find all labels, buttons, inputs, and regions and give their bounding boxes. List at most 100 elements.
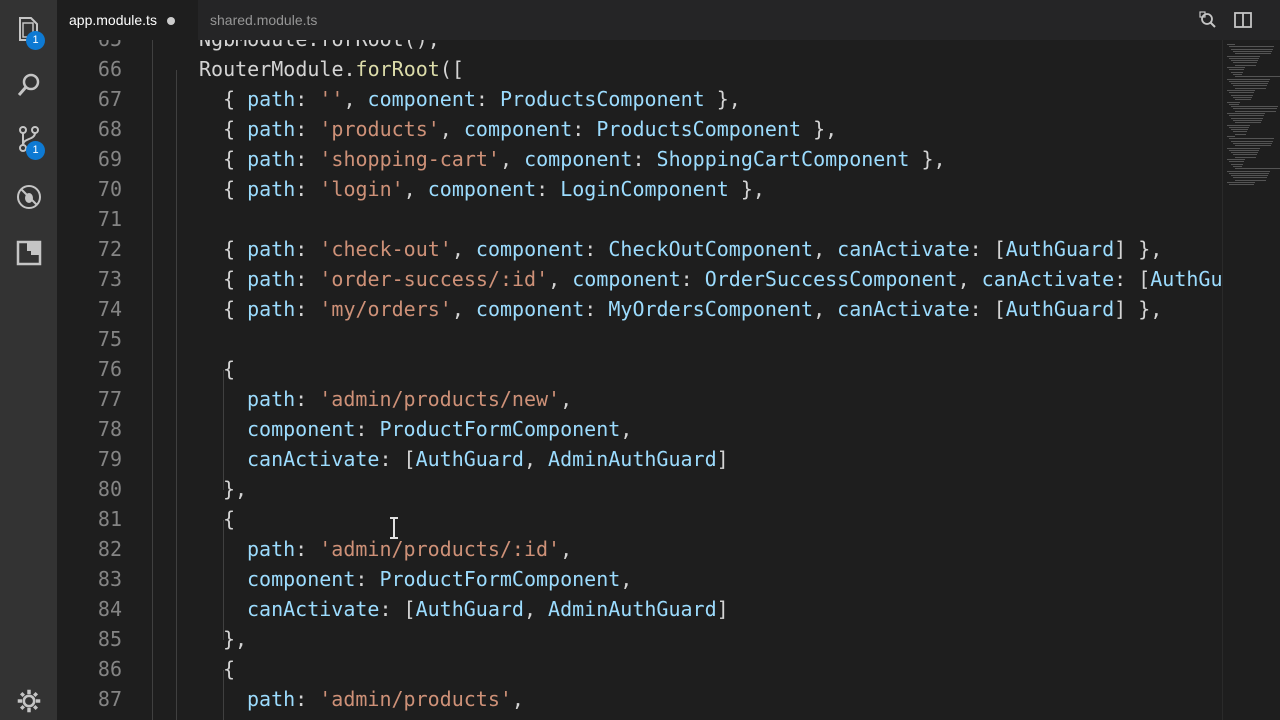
code-line[interactable]: 80},	[57, 474, 1222, 504]
code-editor[interactable]: 65 NgbModule.forRoot(), 66 RouterModule.for…	[57, 40, 1222, 720]
code-line[interactable]: 79 canActivate: [AuthGuard, AdminAuthGuar…	[57, 444, 1222, 474]
code-text: { path: 'order-success/:id', component: …	[223, 264, 1222, 294]
code-line[interactable]: 87 path: 'admin/products',	[57, 684, 1222, 714]
minimap-line	[1233, 119, 1262, 121]
minimap[interactable]	[1222, 40, 1280, 720]
minimap-line	[1229, 184, 1254, 186]
minimap-line	[1233, 131, 1247, 133]
code-text: component: ProductFormComponent,	[247, 414, 632, 444]
code-line[interactable]: 85},	[57, 624, 1222, 654]
code-token: :	[295, 537, 320, 561]
minimap-line	[1233, 108, 1277, 110]
code-token: : [	[379, 597, 416, 621]
code-token: 'admin/products/:id'	[319, 537, 561, 561]
minimap-line	[1231, 152, 1258, 154]
code-text: component: ProductFormComponent,	[247, 564, 632, 594]
tab-shared-module[interactable]: shared.module.ts	[198, 0, 348, 40]
tab-app-module[interactable]: app.module.ts	[57, 0, 198, 40]
code-text: {	[223, 504, 235, 534]
code-line[interactable]: 68 { path: 'products', component: Product…	[57, 114, 1222, 144]
minimap-line	[1229, 80, 1269, 82]
code-token: canActivate	[247, 597, 380, 621]
code-token: :	[355, 417, 380, 441]
code-line[interactable]: 77 path: 'admin/products/new',	[57, 384, 1222, 414]
line-number: 65	[57, 40, 122, 54]
code-token: },	[909, 147, 946, 171]
code-line[interactable]: 78 component: ProductFormComponent,	[57, 414, 1222, 444]
minimap-line	[1227, 113, 1265, 114]
code-line[interactable]: 67 { path: '', component: ProductsCompone…	[57, 84, 1222, 114]
code-line[interactable]: 70 { path: 'login', component: LoginCompo…	[57, 174, 1222, 204]
code-token: ] },	[1114, 237, 1163, 261]
code-token: ] },	[1114, 297, 1163, 321]
code-token: component	[524, 147, 633, 171]
code-token: :	[475, 87, 501, 111]
code-text: },	[223, 474, 247, 504]
code-token: path	[247, 537, 296, 561]
code-token: ]	[716, 597, 729, 621]
minimap-line	[1233, 154, 1257, 156]
code-token: ,	[560, 537, 573, 561]
code-token: forRoot	[355, 57, 440, 81]
code-line[interactable]: 83 component: ProductFormComponent,	[57, 564, 1222, 594]
debug-icon[interactable]	[14, 182, 44, 212]
code-token: ,	[439, 117, 464, 141]
code-token: ,	[548, 267, 573, 291]
code-token: },	[704, 87, 741, 111]
code-token: ,	[343, 87, 368, 111]
code-token: {	[223, 147, 248, 171]
code-token: 'products'	[319, 117, 440, 141]
code-token: :	[632, 147, 657, 171]
code-token: RouterModule	[199, 57, 344, 81]
code-token: ,	[451, 237, 476, 261]
code-line[interactable]: 73 { path: 'order-success/:id', component…	[57, 264, 1222, 294]
minimap-line	[1235, 156, 1256, 158]
settings-gear-icon[interactable]	[16, 688, 42, 714]
minimap-line	[1227, 78, 1270, 80]
code-token: ,	[957, 267, 982, 291]
minimap-line	[1229, 92, 1254, 94]
minimap-line	[1229, 126, 1249, 128]
code-token: AuthGuard	[1005, 237, 1115, 261]
minimap-line	[1235, 53, 1271, 55]
code-line[interactable]: 69 { path: 'shopping-cart', component: Sh…	[57, 144, 1222, 174]
extensions-icon[interactable]	[14, 238, 44, 268]
code-line[interactable]: 82 path: 'admin/products/:id',	[57, 534, 1222, 564]
code-line[interactable]: 65 NgbModule.forRoot(),	[57, 40, 1222, 54]
code-token: :	[295, 147, 320, 171]
code-text: {	[223, 354, 235, 384]
code-line[interactable]: 71	[57, 204, 1222, 234]
minimap-line	[1235, 133, 1246, 135]
split-editor-icon[interactable]	[1233, 10, 1253, 30]
code-token: ([	[439, 57, 464, 81]
minimap-line	[1235, 110, 1276, 112]
search-icon[interactable]	[14, 70, 44, 100]
minimap-line	[1229, 46, 1274, 48]
source-control-badge: 1	[26, 141, 45, 160]
code-line[interactable]: 75	[57, 324, 1222, 354]
code-token: path	[247, 387, 296, 411]
code-line[interactable]: 81 {	[57, 504, 1222, 534]
line-number: 73	[97, 267, 122, 291]
code-token: {	[223, 297, 248, 321]
minimap-line	[1233, 85, 1267, 87]
code-line[interactable]: 74 { path: 'my/orders', component: MyOrde…	[57, 294, 1222, 324]
line-number: 80	[97, 477, 122, 501]
code-line[interactable]: 72 { path: 'check-out', component: CheckO…	[57, 234, 1222, 264]
code-token: {	[223, 237, 248, 261]
code-line[interactable]: 86 {	[57, 654, 1222, 684]
code-line[interactable]: 84 canActivate: [AuthGuard, AdminAuthGuar…	[57, 594, 1222, 624]
tab-label: app.module.ts	[69, 12, 157, 28]
code-line[interactable]: 76 {	[57, 354, 1222, 384]
minimap-line	[1231, 140, 1273, 142]
line-number: 76	[97, 357, 122, 381]
code-token: ProductFormComponent	[379, 417, 621, 441]
code-token: path	[247, 117, 296, 141]
open-changes-icon[interactable]	[1198, 10, 1218, 30]
text-cursor-icon	[386, 516, 402, 540]
code-token: component	[572, 267, 681, 291]
minimap-line	[1233, 177, 1267, 179]
code-line[interactable]: 66 RouterModule.forRoot([	[57, 54, 1222, 84]
code-token: : [	[379, 447, 416, 471]
code-token: AdminAuthGuard	[548, 447, 717, 471]
